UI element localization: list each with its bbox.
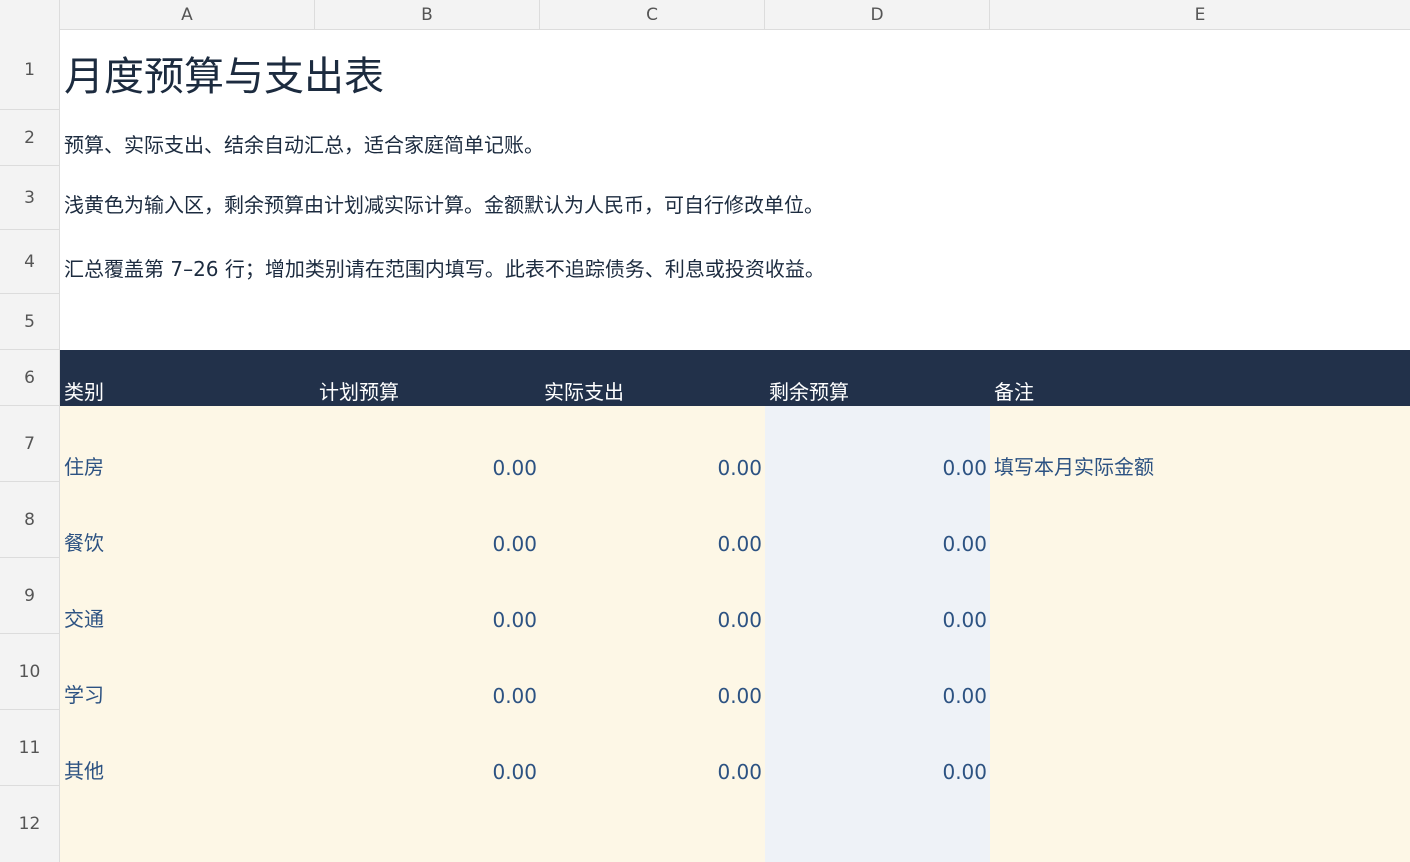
category-cell[interactable]: 住房: [60, 406, 315, 482]
table-row: [60, 786, 1410, 862]
category-cell[interactable]: 餐饮: [60, 482, 315, 558]
sheet-row-4: 汇总覆盖第 7–26 行；增加类别请在范围内填写。此表不追踪债务、利息或投资收益…: [60, 230, 1410, 294]
sheet-title[interactable]: 月度预算与支出表: [60, 30, 1410, 110]
row-header-3[interactable]: 3: [0, 166, 59, 230]
header-note[interactable]: 备注: [990, 350, 1410, 406]
planned-cell[interactable]: 0.00: [315, 710, 540, 786]
header-actual[interactable]: 实际支出: [540, 350, 765, 406]
row-header-5[interactable]: 5: [0, 294, 59, 350]
planned-cell[interactable]: 0.00: [315, 634, 540, 710]
description-line-3[interactable]: 汇总覆盖第 7–26 行；增加类别请在范围内填写。此表不追踪债务、利息或投资收益…: [60, 230, 1410, 294]
table-row: 其他 0.00 0.00 0.00: [60, 710, 1410, 786]
row-header-11[interactable]: 11: [0, 710, 59, 786]
description-line-1[interactable]: 预算、实际支出、结余自动汇总，适合家庭简单记账。: [60, 110, 1410, 166]
column-header-e[interactable]: E: [990, 0, 1410, 30]
column-header-row: A B C D E: [0, 0, 1410, 30]
note-cell[interactable]: [990, 634, 1410, 710]
row-header-8[interactable]: 8: [0, 482, 59, 558]
remaining-cell[interactable]: 0.00: [765, 634, 990, 710]
column-header-d[interactable]: D: [765, 0, 990, 30]
category-cell[interactable]: [60, 786, 315, 862]
column-header-c[interactable]: C: [540, 0, 765, 30]
sheet-row-3: 浅黄色为输入区，剩余预算由计划减实际计算。金额默认为人民币，可自行修改单位。: [60, 166, 1410, 230]
sheet-row-1: 月度预算与支出表: [60, 30, 1410, 110]
cell-grid: 月度预算与支出表 预算、实际支出、结余自动汇总，适合家庭简单记账。 浅黄色为输入…: [60, 30, 1410, 862]
category-cell[interactable]: 学习: [60, 634, 315, 710]
planned-cell[interactable]: 0.00: [315, 406, 540, 482]
note-cell[interactable]: 填写本月实际金额: [990, 406, 1410, 482]
header-planned[interactable]: 计划预算: [315, 350, 540, 406]
remaining-cell[interactable]: 0.00: [765, 406, 990, 482]
spreadsheet: A B C D E 1 2 3 4 5 6 7 8 9 10 11 12 月度预…: [0, 0, 1410, 862]
remaining-cell[interactable]: [765, 786, 990, 862]
row-header-7[interactable]: 7: [0, 406, 59, 482]
row-header-10[interactable]: 10: [0, 634, 59, 710]
category-cell[interactable]: 其他: [60, 710, 315, 786]
actual-cell[interactable]: 0.00: [540, 710, 765, 786]
table-row: 餐饮 0.00 0.00 0.00: [60, 482, 1410, 558]
row-header-6[interactable]: 6: [0, 350, 59, 406]
actual-cell[interactable]: 0.00: [540, 558, 765, 634]
column-header-b[interactable]: B: [315, 0, 540, 30]
row-header-12[interactable]: 12: [0, 786, 59, 862]
remaining-cell[interactable]: 0.00: [765, 558, 990, 634]
note-cell[interactable]: [990, 482, 1410, 558]
actual-cell[interactable]: 0.00: [540, 634, 765, 710]
note-cell[interactable]: [990, 558, 1410, 634]
row-header-2[interactable]: 2: [0, 110, 59, 166]
planned-cell[interactable]: 0.00: [315, 482, 540, 558]
table-header-row: 类别 计划预算 实际支出 剩余预算 备注: [60, 350, 1410, 406]
actual-cell[interactable]: [540, 786, 765, 862]
empty-cell[interactable]: [60, 294, 1410, 350]
header-category[interactable]: 类别: [60, 350, 315, 406]
row-header-9[interactable]: 9: [0, 558, 59, 634]
description-line-2[interactable]: 浅黄色为输入区，剩余预算由计划减实际计算。金额默认为人民币，可自行修改单位。: [60, 166, 1410, 230]
table-row: 学习 0.00 0.00 0.00: [60, 634, 1410, 710]
column-header-a[interactable]: A: [60, 0, 315, 30]
planned-cell[interactable]: 0.00: [315, 558, 540, 634]
table-row: 住房 0.00 0.00 0.00 填写本月实际金额: [60, 406, 1410, 482]
select-all-corner[interactable]: [0, 0, 60, 30]
row-header-column: 1 2 3 4 5 6 7 8 9 10 11 12: [0, 30, 60, 862]
note-cell[interactable]: [990, 786, 1410, 862]
row-header-4[interactable]: 4: [0, 230, 59, 294]
actual-cell[interactable]: 0.00: [540, 406, 765, 482]
remaining-cell[interactable]: 0.00: [765, 710, 990, 786]
planned-cell[interactable]: [315, 786, 540, 862]
table-row: 交通 0.00 0.00 0.00: [60, 558, 1410, 634]
sheet-row-2: 预算、实际支出、结余自动汇总，适合家庭简单记账。: [60, 110, 1410, 166]
remaining-cell[interactable]: 0.00: [765, 482, 990, 558]
sheet-row-5: [60, 294, 1410, 350]
category-cell[interactable]: 交通: [60, 558, 315, 634]
row-header-1[interactable]: 1: [0, 30, 59, 110]
actual-cell[interactable]: 0.00: [540, 482, 765, 558]
header-remaining[interactable]: 剩余预算: [765, 350, 990, 406]
note-cell[interactable]: [990, 710, 1410, 786]
